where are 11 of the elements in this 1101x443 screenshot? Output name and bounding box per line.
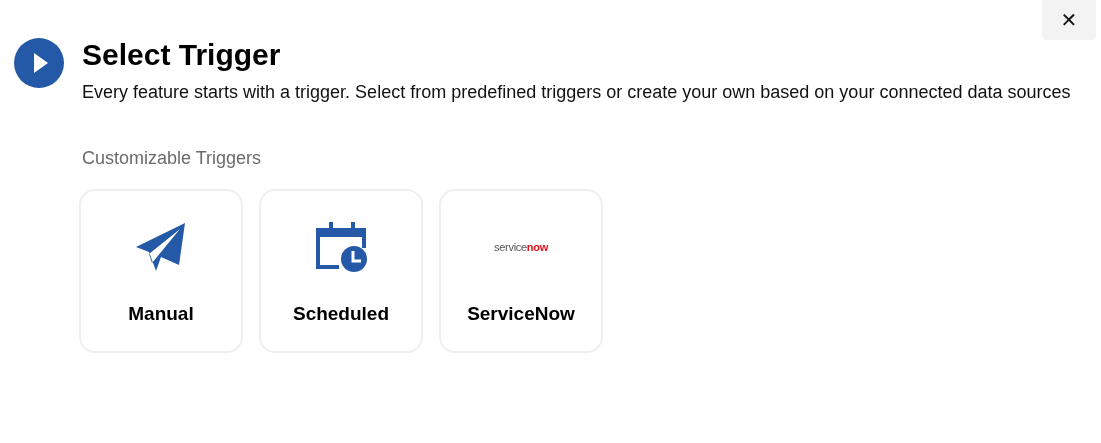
close-button[interactable]: ✕	[1042, 0, 1096, 40]
dialog-title: Select Trigger	[82, 38, 282, 72]
dialog-description: Every feature starts with a trigger. Select from predefined triggers or create your own based on your connected data sources	[82, 81, 1071, 104]
play-icon	[14, 38, 64, 88]
trigger-card[interactable]: servicenow ServiceNow	[439, 189, 603, 353]
trigger-card[interactable]: Manual	[79, 189, 243, 353]
trigger-card[interactable]: Scheduled	[259, 189, 423, 353]
paper-plane-icon	[135, 221, 187, 273]
calendar-clock-icon	[315, 221, 367, 273]
logo-text: servicenow	[494, 241, 548, 253]
section-heading: Customizable Triggers	[82, 148, 263, 169]
